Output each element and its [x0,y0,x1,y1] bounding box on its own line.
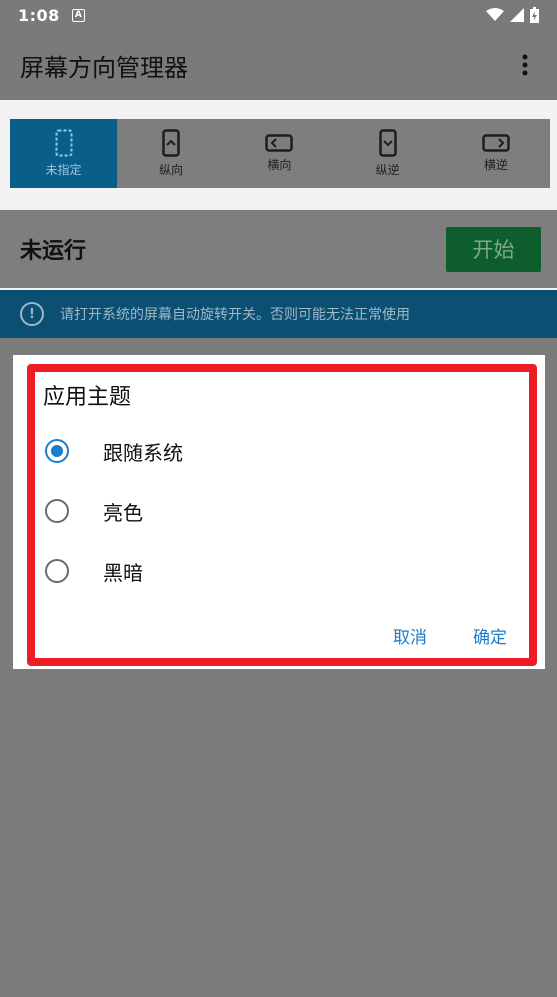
more-vert-icon[interactable] [513,53,537,77]
info-text: 请打开系统的屏幕自动旋转开关。否则可能无法正常使用 [60,307,410,323]
orientation-label: 纵向 [159,163,184,177]
app-bar: 屏幕方向管理器 [0,30,557,100]
orientation-landscape[interactable]: 横向 [225,119,333,188]
option-label: 跟随系统 [103,440,183,465]
radio-unchecked-icon[interactable] [45,499,69,523]
info-icon: ! [20,302,44,326]
option-label: 黑暗 [103,560,143,585]
start-button[interactable]: 开始 [446,226,541,272]
app-title: 屏幕方向管理器 [20,53,188,82]
ok-button[interactable]: 确定 [473,623,507,648]
screen: 1:08 A 屏幕方向管理器 未指定 纵向 横向 纵逆 横逆 未运行 开始 ! … [0,0,557,997]
cancel-button[interactable]: 取消 [393,623,427,648]
orientation-reverse-landscape[interactable]: 横逆 [442,119,550,188]
reverse-portrait-icon [378,129,397,157]
status-time: 1:08 [18,5,60,25]
orientation-label: 纵逆 [375,163,400,177]
orientation-label: 横逆 [483,158,508,172]
notification-a-icon: A [71,8,85,22]
theme-option-system[interactable]: 跟随系统 [45,436,183,466]
status-bar: 1:08 A [0,0,557,30]
orientation-label: 横向 [267,158,292,172]
status-right [486,7,539,23]
orientation-reverse-portrait[interactable]: 纵逆 [334,119,442,188]
reverse-landscape-icon [482,134,510,152]
wifi-icon [486,8,504,21]
dialog-title: 应用主题 [43,385,132,410]
radio-checked-icon[interactable] [45,439,69,463]
portrait-icon [162,129,180,157]
landscape-icon [265,134,294,152]
theme-dialog: 应用主题 跟随系统 亮色 黑暗 取消 确定 [13,355,545,669]
radio-unchecked-icon[interactable] [45,559,69,583]
orientation-portrait[interactable]: 纵向 [117,119,225,188]
run-row: 未运行 开始 [0,210,557,288]
orientation-segment: 未指定 纵向 横向 纵逆 横逆 [10,119,550,188]
unspecified-orientation-icon [55,129,72,157]
battery-icon [530,7,539,23]
theme-option-dark[interactable]: 黑暗 [45,556,143,586]
option-label: 亮色 [103,500,143,525]
theme-option-light[interactable]: 亮色 [45,496,143,526]
signal-icon [510,8,524,22]
run-status: 未运行 [20,239,87,264]
orientation-unspecified[interactable]: 未指定 [10,119,117,188]
info-banner: ! 请打开系统的屏幕自动旋转开关。否则可能无法正常使用 [0,290,557,338]
orientation-label: 未指定 [45,163,82,177]
